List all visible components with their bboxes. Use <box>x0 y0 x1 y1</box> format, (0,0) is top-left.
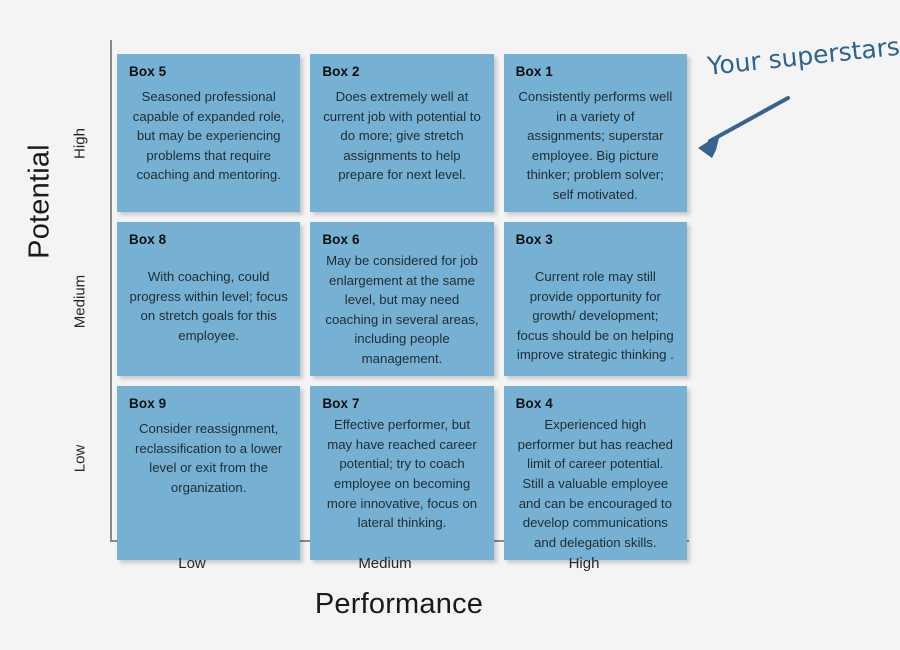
cell-title: Box 2 <box>322 64 481 79</box>
cell-box-3[interactable]: Box 3 Current role may still provide opp… <box>504 222 687 376</box>
cell-body: Consider reassignment, reclassification … <box>129 419 288 497</box>
cell-box-1[interactable]: Box 1 Consistently performs well in a va… <box>504 54 687 212</box>
cell-body: Does extremely well at current job with … <box>322 87 481 185</box>
x-tick-high: High <box>489 555 679 572</box>
grid-container: Box 5 Seasoned professional capable of e… <box>117 54 687 532</box>
cell-box-2[interactable]: Box 2 Does extremely well at current job… <box>310 54 493 212</box>
y-axis-line <box>110 40 112 542</box>
cell-body: Effective performer, but may have reache… <box>322 415 481 532</box>
cell-body: Current role may still provide opportuni… <box>516 267 675 365</box>
annotation-arrow-icon <box>688 88 808 168</box>
cell-body: With coaching, could progress within lev… <box>129 267 288 345</box>
y-axis-title: Potential <box>24 102 57 302</box>
annotation-superstars-label: Your superstars! <box>706 31 900 81</box>
cell-title: Box 8 <box>129 232 288 247</box>
cell-title: Box 6 <box>322 232 481 247</box>
y-tick-medium: Medium <box>72 257 89 347</box>
y-tick-low: Low <box>72 414 89 504</box>
cell-body: Seasoned professional capable of expande… <box>129 87 288 185</box>
cell-body: Consistently performs well in a variety … <box>516 87 675 204</box>
cell-title: Box 3 <box>516 232 675 247</box>
nine-box-grid-chart: Potential High Medium Low Box 5 Seasoned… <box>0 0 900 650</box>
y-tick-high: High <box>72 99 89 189</box>
cell-body: Experienced high performer but has reach… <box>516 415 675 552</box>
cell-title: Box 4 <box>516 396 675 411</box>
cell-title: Box 5 <box>129 64 288 79</box>
cell-box-5[interactable]: Box 5 Seasoned professional capable of e… <box>117 54 300 212</box>
cell-box-8[interactable]: Box 8 With coaching, could progress with… <box>117 222 300 376</box>
cell-title: Box 1 <box>516 64 675 79</box>
x-tick-low: Low <box>97 555 287 572</box>
cell-box-4[interactable]: Box 4 Experienced high performer but has… <box>504 386 687 560</box>
x-axis-title: Performance <box>110 588 688 621</box>
x-tick-medium: Medium <box>290 555 480 572</box>
cell-body: May be considered for job enlargement at… <box>322 251 481 368</box>
cell-box-9[interactable]: Box 9 Consider reassignment, reclassific… <box>117 386 300 560</box>
cell-title: Box 9 <box>129 396 288 411</box>
cell-title: Box 7 <box>322 396 481 411</box>
cell-box-7[interactable]: Box 7 Effective performer, but may have … <box>310 386 493 560</box>
cell-box-6[interactable]: Box 6 May be considered for job enlargem… <box>310 222 493 376</box>
